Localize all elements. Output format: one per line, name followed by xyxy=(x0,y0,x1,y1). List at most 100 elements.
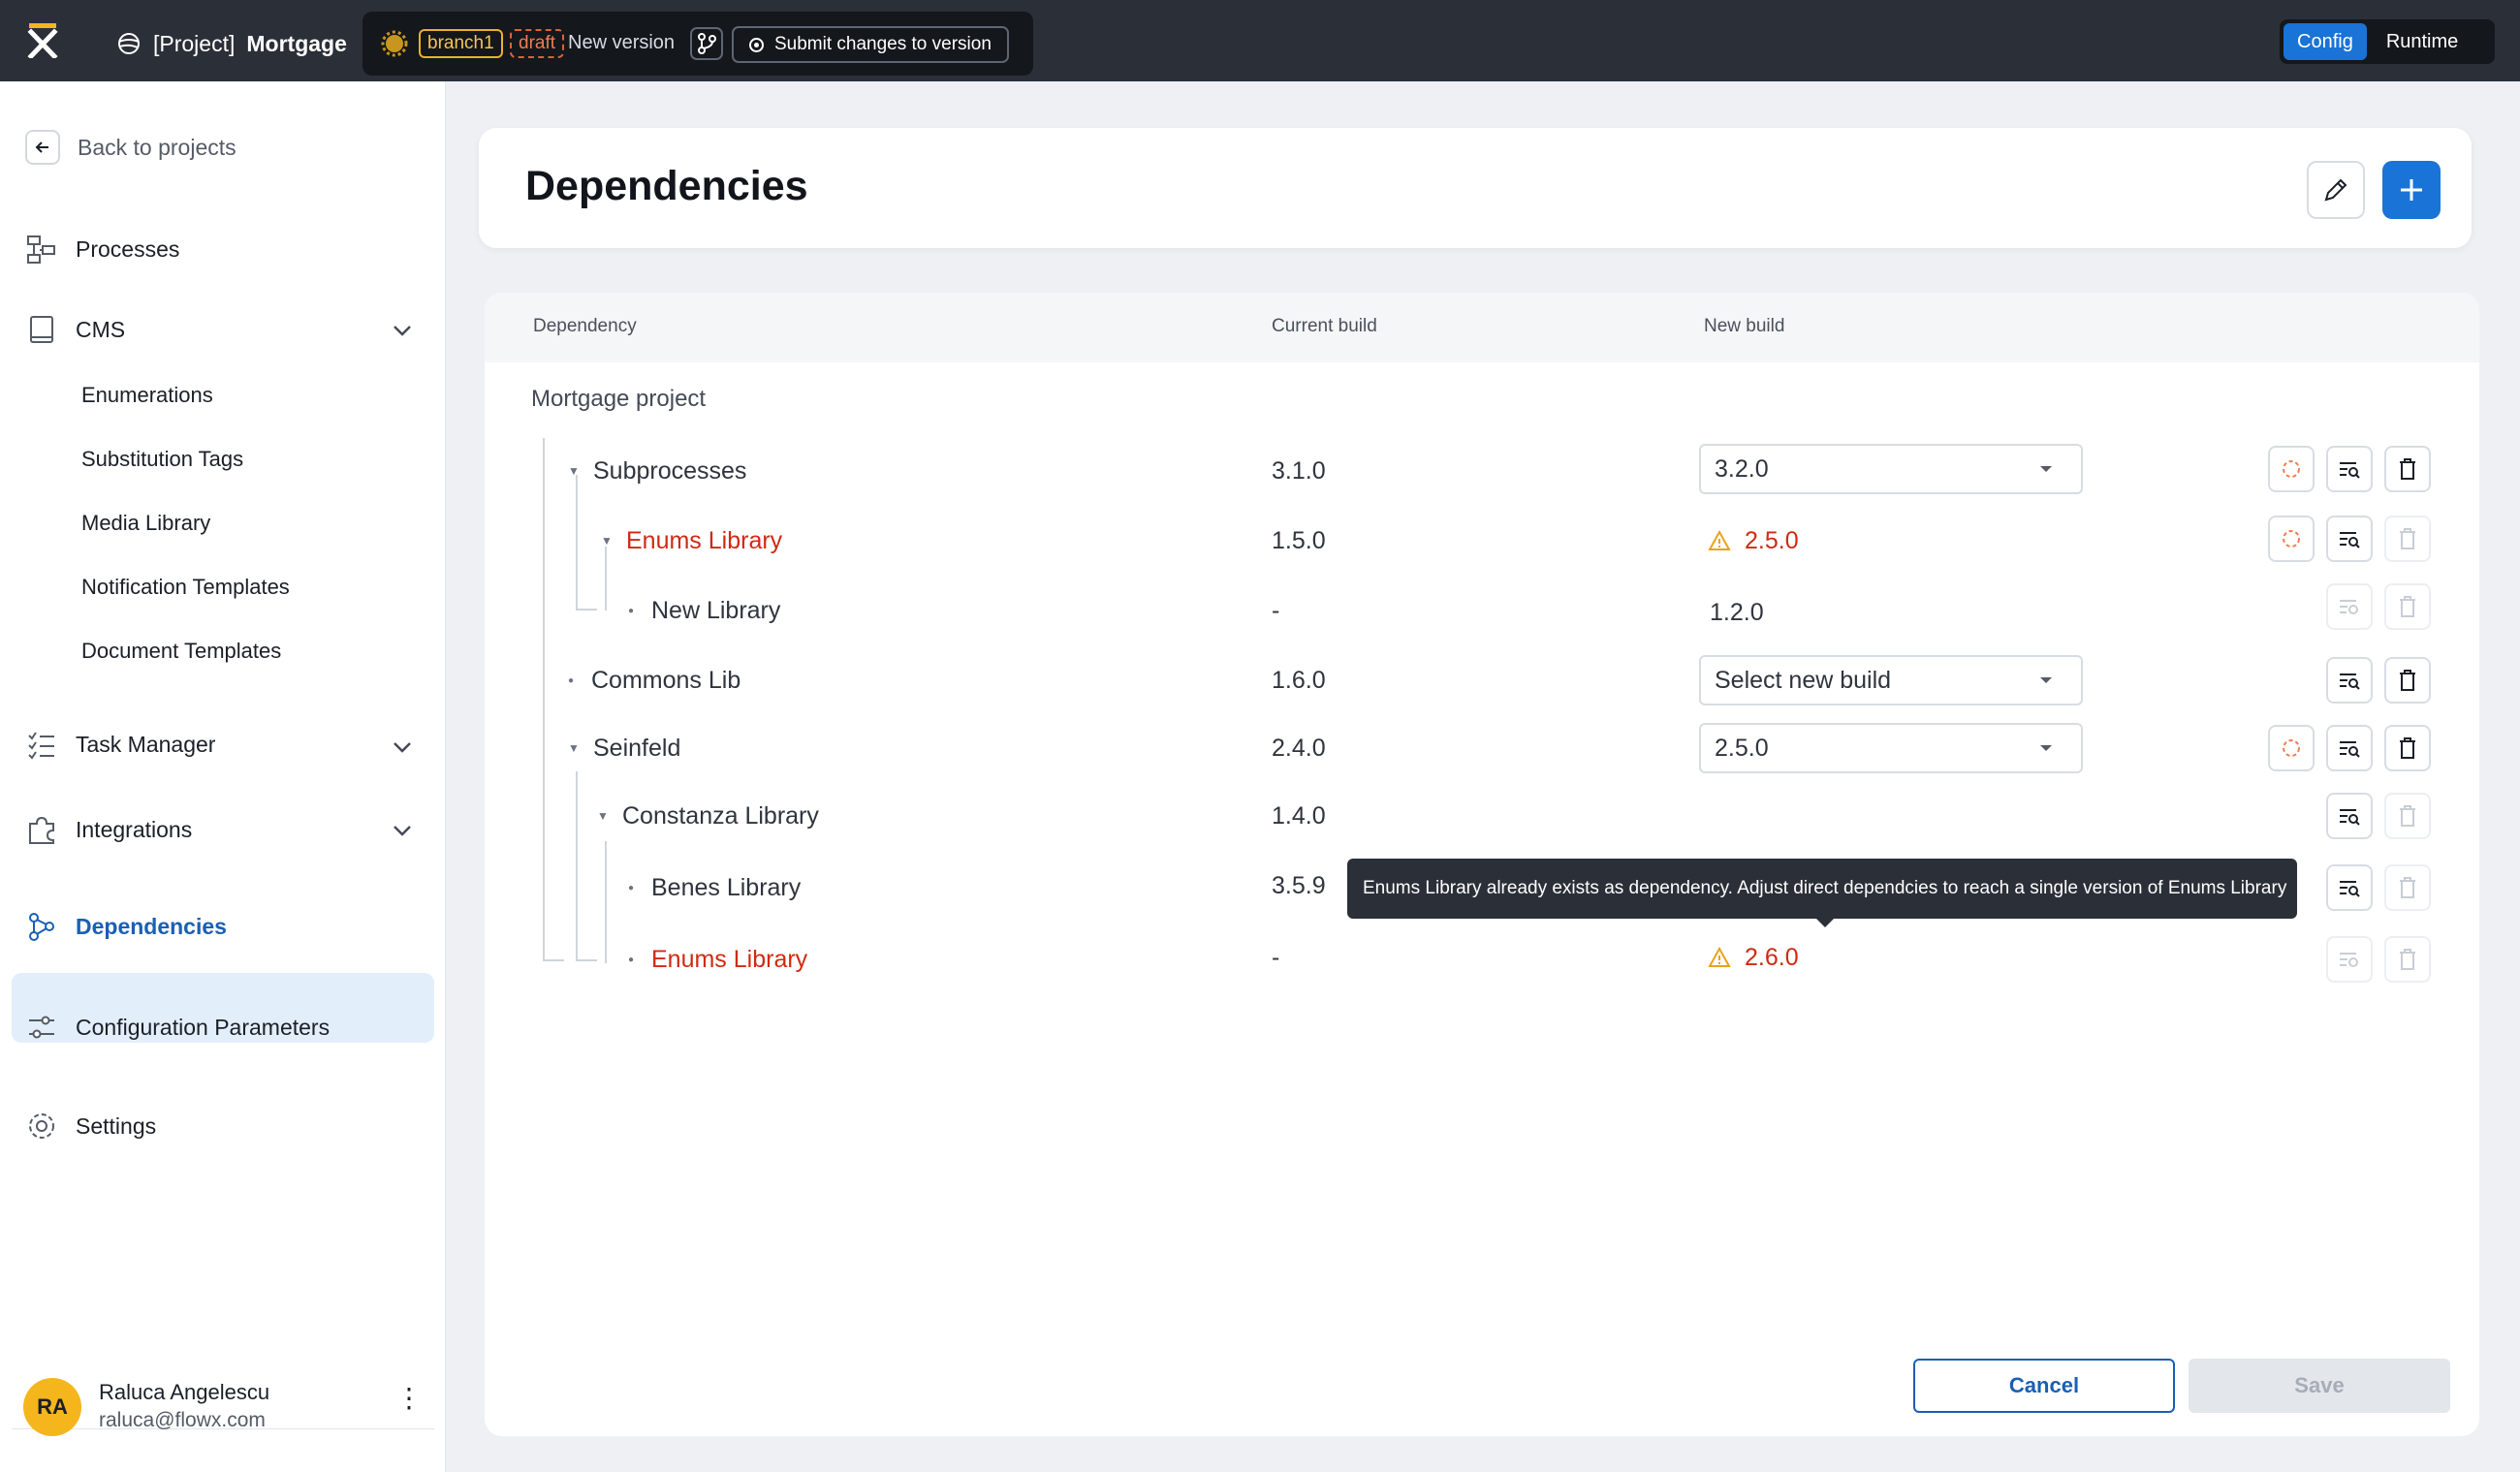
top-bar: [Project] Mortgage branch1 draft New ver… xyxy=(0,0,2520,81)
view-details-button[interactable] xyxy=(2326,864,2373,911)
conflict-tooltip: Enums Library already exists as dependen… xyxy=(1347,859,2297,927)
sidebar-subitem-notification-templates[interactable]: Notification Templates xyxy=(81,570,290,605)
tree-line xyxy=(605,841,607,963)
table-row[interactable]: ▼ Enums Library xyxy=(601,521,782,560)
project-title[interactable]: [Project] Mortgage xyxy=(116,27,347,60)
chevron-down-icon[interactable] xyxy=(388,316,417,345)
current-build: 1.4.0 xyxy=(1272,801,1326,830)
pencil-icon xyxy=(2324,178,2347,202)
sidebar-subitem-media-library[interactable]: Media Library xyxy=(81,506,210,541)
replace-dependency-button[interactable] xyxy=(2268,516,2315,562)
edit-button[interactable] xyxy=(2307,161,2365,219)
view-details-button[interactable] xyxy=(2326,446,2373,492)
trash-icon xyxy=(2400,528,2415,549)
sidebar-item-processes[interactable]: Processes xyxy=(25,230,179,268)
chevron-down-icon[interactable] xyxy=(388,733,417,762)
sync-warning-icon xyxy=(2283,739,2300,757)
table-row[interactable]: ● Benes Library xyxy=(628,868,801,907)
delete-button[interactable] xyxy=(2384,657,2431,704)
mode-config[interactable]: Config xyxy=(2284,23,2367,60)
user-email: raluca@flowx.com xyxy=(99,1409,266,1431)
more-options-icon[interactable]: ⋮ xyxy=(395,1384,423,1413)
trash-icon xyxy=(2400,458,2415,480)
view-details-button[interactable] xyxy=(2326,516,2373,562)
delete-button-disabled xyxy=(2384,936,2431,983)
processes-icon xyxy=(25,233,58,266)
list-search-icon xyxy=(2340,881,2360,897)
warning-icon xyxy=(1708,947,1731,967)
view-details-button[interactable] xyxy=(2326,793,2373,839)
caret-down-icon[interactable]: ▼ xyxy=(601,534,613,548)
table-row[interactable]: ● Enums Library xyxy=(628,940,807,979)
view-details-button[interactable] xyxy=(2326,725,2373,771)
table-row[interactable]: ▼ Subprocesses xyxy=(568,452,746,490)
sidebar-subitem-enumerations[interactable]: Enumerations xyxy=(81,378,213,413)
submit-changes-button[interactable]: Submit changes to version xyxy=(732,26,1009,63)
sidebar-item-task-manager[interactable]: Task Manager xyxy=(25,725,215,764)
sidebar-item-settings[interactable]: Settings xyxy=(25,1107,156,1145)
replace-dependency-button[interactable] xyxy=(2268,446,2315,492)
sidebar-item-label: Configuration Parameters xyxy=(76,1014,331,1040)
caret-down-icon[interactable]: ▼ xyxy=(597,809,609,823)
trash-icon xyxy=(2400,877,2415,898)
delete-button[interactable] xyxy=(2384,725,2431,771)
dependencies-icon xyxy=(25,910,58,943)
project-prefix: [Project] xyxy=(153,30,236,56)
dropdown-arrow-icon xyxy=(2040,677,2052,683)
sidebar-item-label: Processes xyxy=(76,235,180,262)
mode-runtime[interactable]: Runtime xyxy=(2373,23,2472,60)
sidebar-subitem-substitution-tags[interactable]: Substitution Tags xyxy=(81,442,243,477)
sidebar: Back to projects Processes CMS Enumerati… xyxy=(0,81,446,1472)
current-build: 3.5.9 xyxy=(1272,871,1326,899)
add-dependency-button[interactable] xyxy=(2382,161,2441,219)
back-to-projects[interactable]: Back to projects xyxy=(25,128,236,167)
table-row[interactable]: ● New Library xyxy=(628,591,780,630)
sidebar-item-configuration-parameters[interactable]: Configuration Parameters xyxy=(25,1008,330,1047)
column-current-build: Current build xyxy=(1272,316,1377,336)
sidebar-subitem-document-templates[interactable]: Document Templates xyxy=(81,634,281,669)
branch-badge[interactable]: branch1 xyxy=(419,29,503,58)
sidebar-item-cms[interactable]: CMS xyxy=(25,310,125,349)
avatar[interactable]: RA xyxy=(23,1378,81,1436)
table-row[interactable]: ▼ Constanza Library xyxy=(597,797,819,835)
new-build-select[interactable]: 2.5.0 xyxy=(1699,723,2083,773)
mode-switch: Config Runtime xyxy=(2280,19,2495,64)
new-build-value: 1.2.0 xyxy=(1710,598,1764,626)
current-build: 2.4.0 xyxy=(1272,734,1326,762)
bullet-icon: ● xyxy=(568,674,575,686)
arrow-left-icon xyxy=(25,130,60,165)
dependencies-table: Dependency Current build New build Mortg… xyxy=(485,293,2479,1436)
flowx-logo[interactable] xyxy=(25,23,60,58)
caret-down-icon[interactable]: ▼ xyxy=(568,464,580,478)
delete-button[interactable] xyxy=(2384,446,2431,492)
save-button[interactable]: Save xyxy=(2189,1359,2450,1413)
page-title: Dependencies xyxy=(525,163,808,209)
list-search-icon xyxy=(2340,673,2360,690)
chevron-down-icon[interactable] xyxy=(388,816,417,845)
new-build-select[interactable]: Select new build xyxy=(1699,655,2083,705)
sidebar-item-integrations[interactable]: Integrations xyxy=(25,810,192,849)
dependency-name: Constanza Library xyxy=(622,801,819,830)
tree-line xyxy=(576,771,578,961)
branches-button[interactable] xyxy=(690,27,723,60)
current-build: 3.1.0 xyxy=(1272,456,1326,485)
plus-icon xyxy=(2401,179,2422,201)
puzzle-icon xyxy=(25,813,58,846)
table-row[interactable]: ▼ Seinfeld xyxy=(568,729,680,767)
current-build: 1.5.0 xyxy=(1272,526,1326,554)
git-branch-icon xyxy=(698,33,716,54)
view-details-button[interactable] xyxy=(2326,657,2373,704)
list-search-icon xyxy=(2340,600,2358,614)
sidebar-item-dependencies[interactable]: Dependencies xyxy=(25,907,227,946)
new-build-select[interactable]: 3.2.0 xyxy=(1699,444,2083,494)
new-build-text: 2.5.0 xyxy=(1745,526,1799,554)
new-build-value: 3.2.0 xyxy=(1715,454,1769,483)
table-row[interactable]: ● Commons Lib xyxy=(568,661,740,700)
new-build-value: 2.6.0 xyxy=(1708,938,1799,977)
replace-dependency-button[interactable] xyxy=(2268,725,2315,771)
dependency-name: Benes Library xyxy=(651,873,802,901)
new-build-text: 2.6.0 xyxy=(1745,943,1799,971)
caret-down-icon[interactable]: ▼ xyxy=(568,741,580,755)
dependency-name: Subprocesses xyxy=(593,456,747,485)
cancel-button[interactable]: Cancel xyxy=(1913,1359,2175,1413)
